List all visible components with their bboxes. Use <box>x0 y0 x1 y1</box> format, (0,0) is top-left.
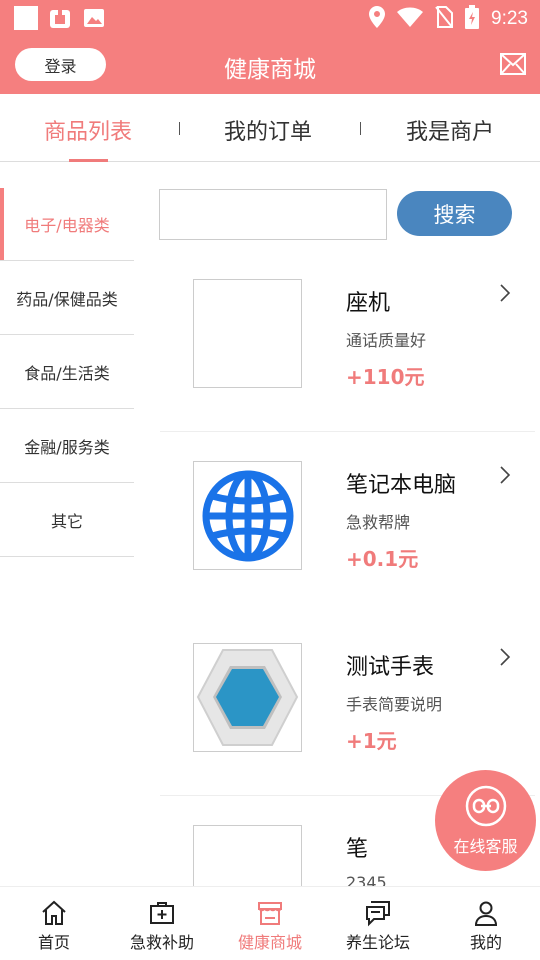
chevron-right-icon <box>500 284 511 302</box>
user-icon <box>474 901 498 926</box>
product-price: +110元 <box>346 365 425 389</box>
category-other[interactable]: 其它 <box>0 484 134 557</box>
nav-forum[interactable]: 养生论坛 <box>324 887 432 960</box>
app-header: 登录 健康商城 <box>0 36 540 94</box>
category-label: 药品/保健品类 <box>16 290 118 309</box>
product-price: +1元 <box>346 729 397 753</box>
product-desc: 手表简要说明 <box>346 695 443 714</box>
nav-label: 急救补助 <box>129 933 194 952</box>
chevron-right-icon <box>500 466 511 484</box>
category-label: 食品/生活类 <box>24 364 110 383</box>
first-aid-icon <box>150 902 174 924</box>
nav-first-aid[interactable]: 急救补助 <box>108 887 216 960</box>
chevron-right-icon <box>500 648 511 666</box>
category-finance[interactable]: 金融/服务类 <box>0 410 134 483</box>
product-item[interactable]: 测试手表 手表简要说明 +1元 <box>160 614 535 796</box>
tab-my-orders[interactable]: 我的订单 <box>224 114 312 146</box>
hexagon-icon <box>196 649 299 746</box>
active-tab-indicator <box>69 159 108 162</box>
nav-label: 健康商城 <box>237 933 302 952</box>
online-service-button[interactable]: 在线客服 <box>435 770 536 871</box>
nav-profile[interactable]: 我的 <box>432 887 540 960</box>
chat-icon <box>366 901 390 927</box>
product-name: 座机 <box>346 291 391 316</box>
product-item[interactable]: 笔记本电脑 急救帮牌 +0.1元 <box>160 432 535 614</box>
no-sim-icon <box>435 6 454 32</box>
product-name: 笔 <box>346 837 369 862</box>
product-image <box>193 643 302 752</box>
search-input[interactable] <box>159 189 387 240</box>
status-time: 9:23 <box>491 8 528 29</box>
category-label: 其它 <box>50 512 83 531</box>
status-bar: 9:23 <box>0 0 540 36</box>
bottom-nav: 首页 急救补助 健康商城 养生论坛 我的 <box>0 886 540 960</box>
wifi-icon <box>397 7 424 31</box>
nav-label: 首页 <box>37 933 70 952</box>
tab-merchant[interactable]: 我是商户 <box>406 114 494 146</box>
nav-label: 养生论坛 <box>345 933 410 952</box>
product-desc: 急救帮牌 <box>346 513 411 532</box>
square-icon <box>14 6 38 30</box>
nav-home[interactable]: 首页 <box>0 887 108 960</box>
product-name: 笔记本电脑 <box>346 473 457 498</box>
tab-divider <box>179 122 180 135</box>
home-icon <box>42 900 66 925</box>
product-item[interactable]: 座机 通话质量好 +110元 <box>160 250 535 432</box>
nav-health-mall[interactable]: 健康商城 <box>216 887 324 960</box>
app-notification-icon <box>48 6 72 30</box>
product-name: 测试手表 <box>346 655 435 680</box>
category-medicine[interactable]: 药品/保健品类 <box>0 262 134 335</box>
search-button[interactable]: 搜索 <box>397 191 512 236</box>
mail-icon[interactable] <box>500 53 526 75</box>
category-food[interactable]: 食品/生活类 <box>0 336 134 409</box>
top-tabs: 商品列表 我的订单 我是商户 <box>0 94 540 162</box>
category-electronics[interactable]: 电子/电器类 <box>0 188 134 261</box>
globe-icon <box>202 470 293 561</box>
location-icon <box>369 6 386 32</box>
product-desc: 通话质量好 <box>346 331 427 350</box>
tab-product-list[interactable]: 商品列表 <box>44 114 132 146</box>
category-active-indicator <box>0 188 4 260</box>
shop-icon <box>258 902 282 925</box>
battery-icon <box>465 5 480 33</box>
link-icon <box>465 785 506 826</box>
product-image <box>193 279 302 388</box>
category-label: 电子/电器类 <box>24 216 110 235</box>
product-image <box>193 461 302 570</box>
online-service-label: 在线客服 <box>453 836 518 856</box>
product-price: +0.1元 <box>346 547 419 571</box>
tab-divider <box>360 122 361 135</box>
category-label: 金融/服务类 <box>24 438 110 457</box>
image-icon <box>82 6 106 30</box>
page-title: 健康商城 <box>224 57 316 83</box>
nav-label: 我的 <box>469 933 502 952</box>
